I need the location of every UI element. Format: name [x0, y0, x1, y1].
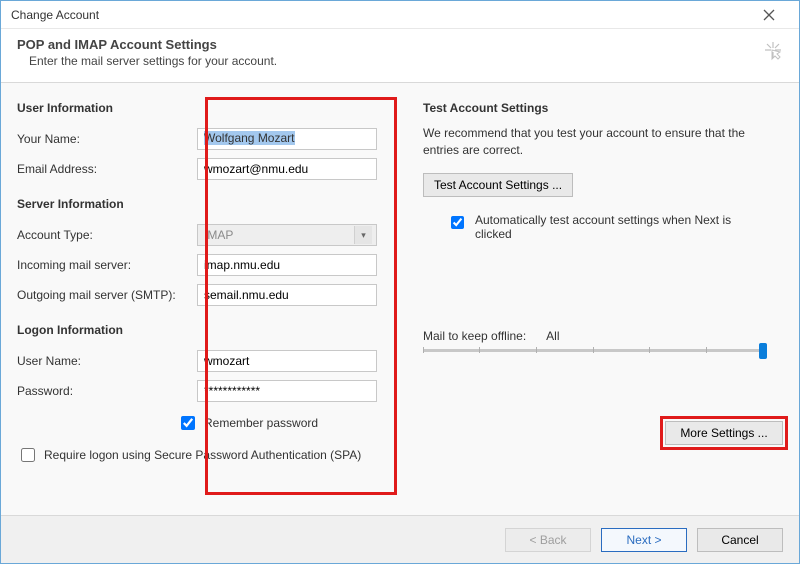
- header: POP and IMAP Account Settings Enter the …: [1, 29, 799, 83]
- label-outgoing: Outgoing mail server (SMTP):: [17, 288, 197, 302]
- cancel-button[interactable]: Cancel: [697, 528, 783, 552]
- cursor-icon: [761, 39, 785, 63]
- close-icon: [763, 9, 775, 21]
- label-email: Email Address:: [17, 162, 197, 176]
- label-your-name: Your Name:: [17, 132, 197, 146]
- auto-test-checkbox[interactable]: [451, 216, 464, 229]
- right-column: Test Account Settings We recommend that …: [423, 97, 783, 465]
- label-password: Password:: [17, 384, 197, 398]
- email-input[interactable]: [197, 158, 377, 180]
- slider-thumb[interactable]: [759, 343, 767, 359]
- section-user-info: User Information: [17, 101, 395, 115]
- more-settings-button[interactable]: More Settings ...: [665, 421, 783, 445]
- auto-test-row: Automatically test account settings when…: [423, 213, 783, 241]
- spa-label: Require logon using Secure Password Auth…: [44, 448, 361, 462]
- account-type-select: IMAP ▾: [197, 224, 377, 246]
- titlebar: Change Account: [1, 1, 799, 29]
- label-username: User Name:: [17, 354, 197, 368]
- label-incoming: Incoming mail server:: [17, 258, 197, 272]
- auto-test-label: Automatically test account settings when…: [475, 213, 755, 241]
- header-title: POP and IMAP Account Settings: [17, 37, 783, 52]
- test-account-settings-button[interactable]: Test Account Settings ...: [423, 173, 573, 197]
- username-input[interactable]: [197, 350, 377, 372]
- incoming-server-input[interactable]: [197, 254, 377, 276]
- mail-offline-slider[interactable]: [423, 347, 763, 353]
- label-account-type: Account Type:: [17, 228, 197, 242]
- left-column: User Information Your Name: Wolfgang Moz…: [17, 97, 395, 465]
- section-test: Test Account Settings: [423, 101, 783, 115]
- more-settings-area: More Settings ...: [665, 421, 783, 445]
- spa-checkbox[interactable]: [21, 448, 35, 462]
- next-button[interactable]: Next >: [601, 528, 687, 552]
- remember-password-checkbox[interactable]: [181, 416, 195, 430]
- section-server-info: Server Information: [17, 197, 395, 211]
- close-button[interactable]: [749, 4, 789, 26]
- dialog-body: User Information Your Name: Wolfgang Moz…: [1, 83, 799, 515]
- mail-offline-slider-wrap: [423, 347, 783, 353]
- back-button: < Back: [505, 528, 591, 552]
- window-title: Change Account: [11, 8, 99, 22]
- test-blurb: We recommend that you test your account …: [423, 125, 783, 159]
- change-account-dialog: Change Account POP and IMAP Account Sett…: [0, 0, 800, 564]
- header-subtitle: Enter the mail server settings for your …: [17, 54, 783, 68]
- password-input[interactable]: [197, 380, 377, 402]
- footer: < Back Next > Cancel: [1, 515, 799, 563]
- chevron-down-icon: ▾: [354, 226, 372, 244]
- your-name-input[interactable]: Wolfgang Mozart: [197, 128, 377, 150]
- section-logon-info: Logon Information: [17, 323, 395, 337]
- remember-password-row: Remember password: [177, 413, 395, 433]
- mail-offline-label: Mail to keep offline:: [423, 329, 526, 343]
- outgoing-server-input[interactable]: [197, 284, 377, 306]
- spa-row: Require logon using Secure Password Auth…: [17, 445, 395, 465]
- mail-offline-value: All: [546, 329, 559, 343]
- remember-password-label: Remember password: [204, 416, 318, 430]
- mail-offline-row: Mail to keep offline: All: [423, 329, 783, 343]
